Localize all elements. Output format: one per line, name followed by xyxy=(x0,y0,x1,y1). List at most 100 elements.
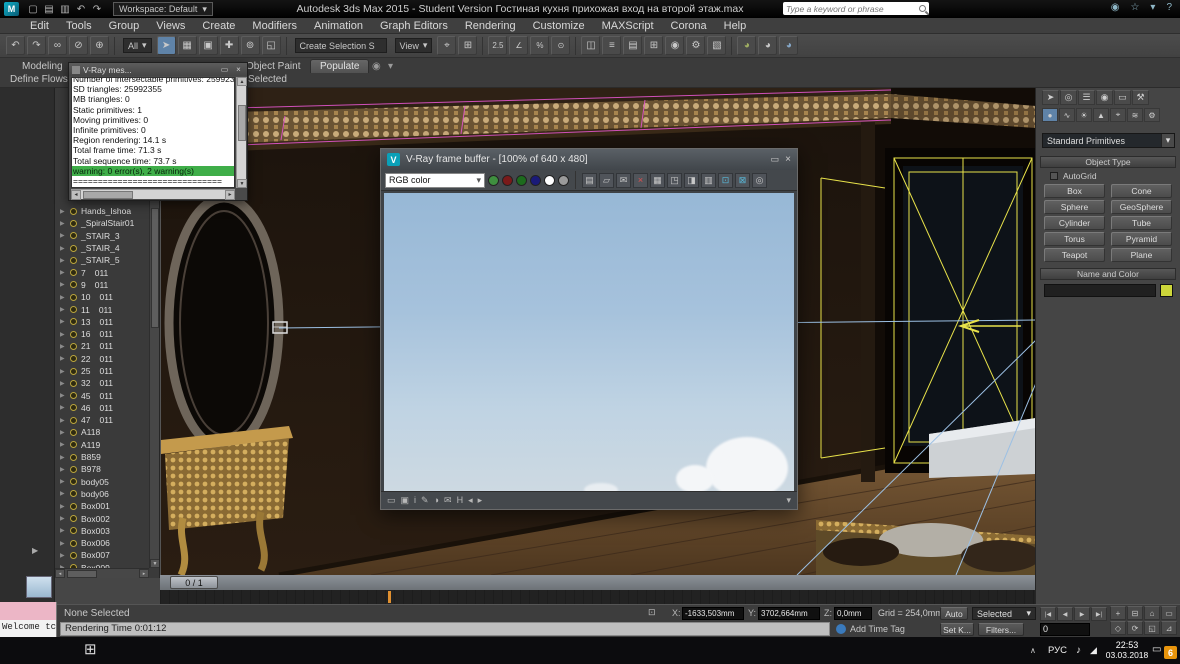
display-tab[interactable]: ▭ xyxy=(1114,90,1131,105)
scale-icon[interactable]: ◱ xyxy=(261,36,281,55)
scroll-right-icon[interactable]: ▸ xyxy=(139,569,149,578)
align-icon[interactable]: ≡ xyxy=(602,36,622,55)
scene-object-row[interactable]: ▶ _STAIR_5 xyxy=(57,254,147,266)
scene-object-row[interactable]: ▶ _SpiralStair01 xyxy=(57,217,147,229)
scene-object-row[interactable]: ▶ A119 xyxy=(57,439,147,451)
menu-item[interactable]: Help xyxy=(724,20,747,32)
scroll-left-icon[interactable]: ◂ xyxy=(71,189,81,200)
vray-messages-window[interactable]: V-Ray mes... ▭ × Number of intersectable… xyxy=(68,62,248,201)
go-start-button[interactable]: |◀ xyxy=(1040,607,1056,621)
menu-item[interactable]: Rendering xyxy=(465,20,516,32)
key-filters-button[interactable]: Filters... xyxy=(978,623,1024,636)
expand-arrow-icon[interactable]: ▶ xyxy=(60,220,70,227)
clear-icon[interactable]: × xyxy=(633,172,648,188)
scene-object-row[interactable]: ▶ _STAIR_4 xyxy=(57,242,147,254)
swatch-icon[interactable]: ▣ xyxy=(401,495,410,506)
channel-circle-icon[interactable] xyxy=(502,174,513,186)
expand-arrow-icon[interactable]: ▶ xyxy=(60,454,70,461)
expand-arrow-icon[interactable]: ▶ xyxy=(60,318,70,325)
scene-object-row[interactable]: ▶ Box007 xyxy=(57,549,147,561)
spinner-snap-icon[interactable]: ⊙ xyxy=(551,36,571,55)
select-link-icon[interactable]: ∞ xyxy=(48,36,67,55)
notifications-icon[interactable]: ▾ xyxy=(1150,2,1155,13)
scrollbar-thumb[interactable] xyxy=(151,208,159,328)
primitive-button[interactable]: Sphere xyxy=(1044,200,1105,214)
render-frame-icon[interactable]: ◕ xyxy=(758,36,778,55)
set-key-button[interactable]: Set K... xyxy=(940,623,974,636)
save-file-icon[interactable]: ▥ xyxy=(57,2,73,16)
scene-object-row[interactable]: ▶ 10 011 xyxy=(57,291,147,303)
motion-tab[interactable]: ◉ xyxy=(1096,90,1113,105)
scene-object-row[interactable]: ▶ 46 011 xyxy=(57,402,147,414)
menu-item[interactable]: MAXScript xyxy=(602,20,654,32)
vfb-titlebar[interactable]: V V-Ray frame buffer - [100% of 640 x 48… xyxy=(381,149,797,170)
ribbon-tab-object-paint[interactable]: Object Paint xyxy=(246,61,300,72)
object-type-rollout[interactable]: Object Type xyxy=(1040,156,1176,168)
snaps-toggle-icon[interactable]: 2.5 xyxy=(488,36,508,55)
maximize-icon[interactable]: ▭ xyxy=(771,154,780,165)
scene-object-row[interactable]: ▶ 32 011 xyxy=(57,377,147,389)
systems-icon[interactable]: ⚙ xyxy=(1144,108,1160,122)
scene-object-row[interactable]: ▶ 13 011 xyxy=(57,316,147,328)
selection-set-dropdown[interactable]: Selected ▾ xyxy=(972,607,1036,620)
expand-arrow-icon[interactable]: ▶ xyxy=(60,552,70,559)
scrollbar-thumb[interactable] xyxy=(238,105,246,141)
maximize-icon[interactable]: ▭ xyxy=(219,65,230,75)
graphite-icon[interactable]: ⊞ xyxy=(644,36,664,55)
scene-object-row[interactable]: ▶ 16 011 xyxy=(57,328,147,340)
curve-editor-icon[interactable]: ◉ xyxy=(665,36,685,55)
render-setup-icon[interactable]: ◕ xyxy=(737,36,757,55)
expand-arrow-icon[interactable]: ▶ xyxy=(60,404,70,411)
histogram-icon[interactable]: H xyxy=(457,495,464,506)
scene-object-row[interactable]: ▶ 11 011 xyxy=(57,303,147,315)
field-of-view-icon[interactable]: ⊿ xyxy=(1161,621,1177,635)
primitive-button[interactable]: GeoSphere xyxy=(1111,200,1172,214)
move-icon[interactable]: ✚ xyxy=(219,36,239,55)
mail-icon[interactable]: ✉ xyxy=(444,495,452,506)
primitive-button[interactable]: Pyramid xyxy=(1111,232,1172,246)
menu-item[interactable]: Tools xyxy=(66,20,92,32)
undo-icon[interactable]: ↶ xyxy=(73,2,89,16)
undo-icon[interactable]: ↶ xyxy=(6,36,25,55)
viewport-layout-thumbnail[interactable] xyxy=(26,576,52,598)
render-production-icon[interactable]: ◕ xyxy=(779,36,799,55)
zoom-region-icon[interactable]: ▭ xyxy=(1161,606,1177,620)
info-icon[interactable]: i xyxy=(414,495,416,506)
duplicate-icon[interactable]: ▦ xyxy=(650,172,665,188)
bind-spacewarp-icon[interactable]: ⊕ xyxy=(90,36,109,55)
scene-object-row[interactable]: ▶ Box001 xyxy=(57,500,147,512)
log-vertical-scrollbar[interactable]: ▲ ▼ xyxy=(236,77,247,188)
expand-icon[interactable]: ▾ xyxy=(786,495,791,506)
cameras-icon[interactable]: ▲ xyxy=(1093,108,1109,122)
primitive-button[interactable]: Teapot xyxy=(1044,248,1105,262)
primitive-button[interactable]: Torus xyxy=(1044,232,1105,246)
scrollbar-thumb[interactable] xyxy=(83,190,133,199)
expand-arrow-icon[interactable]: ▶ xyxy=(60,429,70,436)
scene-object-row[interactable]: ▶ Box003 xyxy=(57,525,147,537)
scene-object-row[interactable]: ▶ 9 011 xyxy=(57,279,147,291)
rect-region-icon[interactable]: ▣ xyxy=(198,36,218,55)
expand-arrow-icon[interactable]: ▶ xyxy=(60,343,70,350)
track-bar[interactable] xyxy=(160,590,1035,604)
expand-arrow-icon[interactable]: ▶ xyxy=(60,368,70,375)
ribbon-tab-modeling[interactable]: Modeling xyxy=(22,61,63,72)
time-tag-icon[interactable] xyxy=(836,624,846,634)
schematic-view-icon[interactable]: ⚙ xyxy=(686,36,706,55)
percent-snap-icon[interactable]: % xyxy=(530,36,550,55)
x-coordinate-field[interactable]: -1633,503mm xyxy=(682,607,744,620)
auto-key-button[interactable]: Auto xyxy=(940,607,968,620)
network-icon[interactable]: ◢ xyxy=(1090,645,1097,656)
zoom-icon[interactable]: + xyxy=(1110,606,1126,620)
scene-object-row[interactable]: ▶ B978 xyxy=(57,463,147,475)
redo-icon[interactable]: ↷ xyxy=(27,36,46,55)
next-icon[interactable]: ▸ xyxy=(478,495,483,506)
expand-arrow-icon[interactable]: ▶ xyxy=(60,515,70,522)
populate-icon[interactable]: ◉ xyxy=(372,61,381,72)
chevron-down-icon[interactable]: ▾ xyxy=(388,61,393,72)
expand-arrow-icon[interactable]: ▶ xyxy=(60,478,70,485)
z-coordinate-field[interactable]: 0,0mm xyxy=(834,607,872,620)
language-indicator[interactable]: РУС xyxy=(1048,645,1067,656)
add-time-tag-label[interactable]: Add Time Tag xyxy=(850,624,905,634)
search-input[interactable] xyxy=(786,3,904,14)
hierarchy-tab[interactable]: ☰ xyxy=(1078,90,1095,105)
